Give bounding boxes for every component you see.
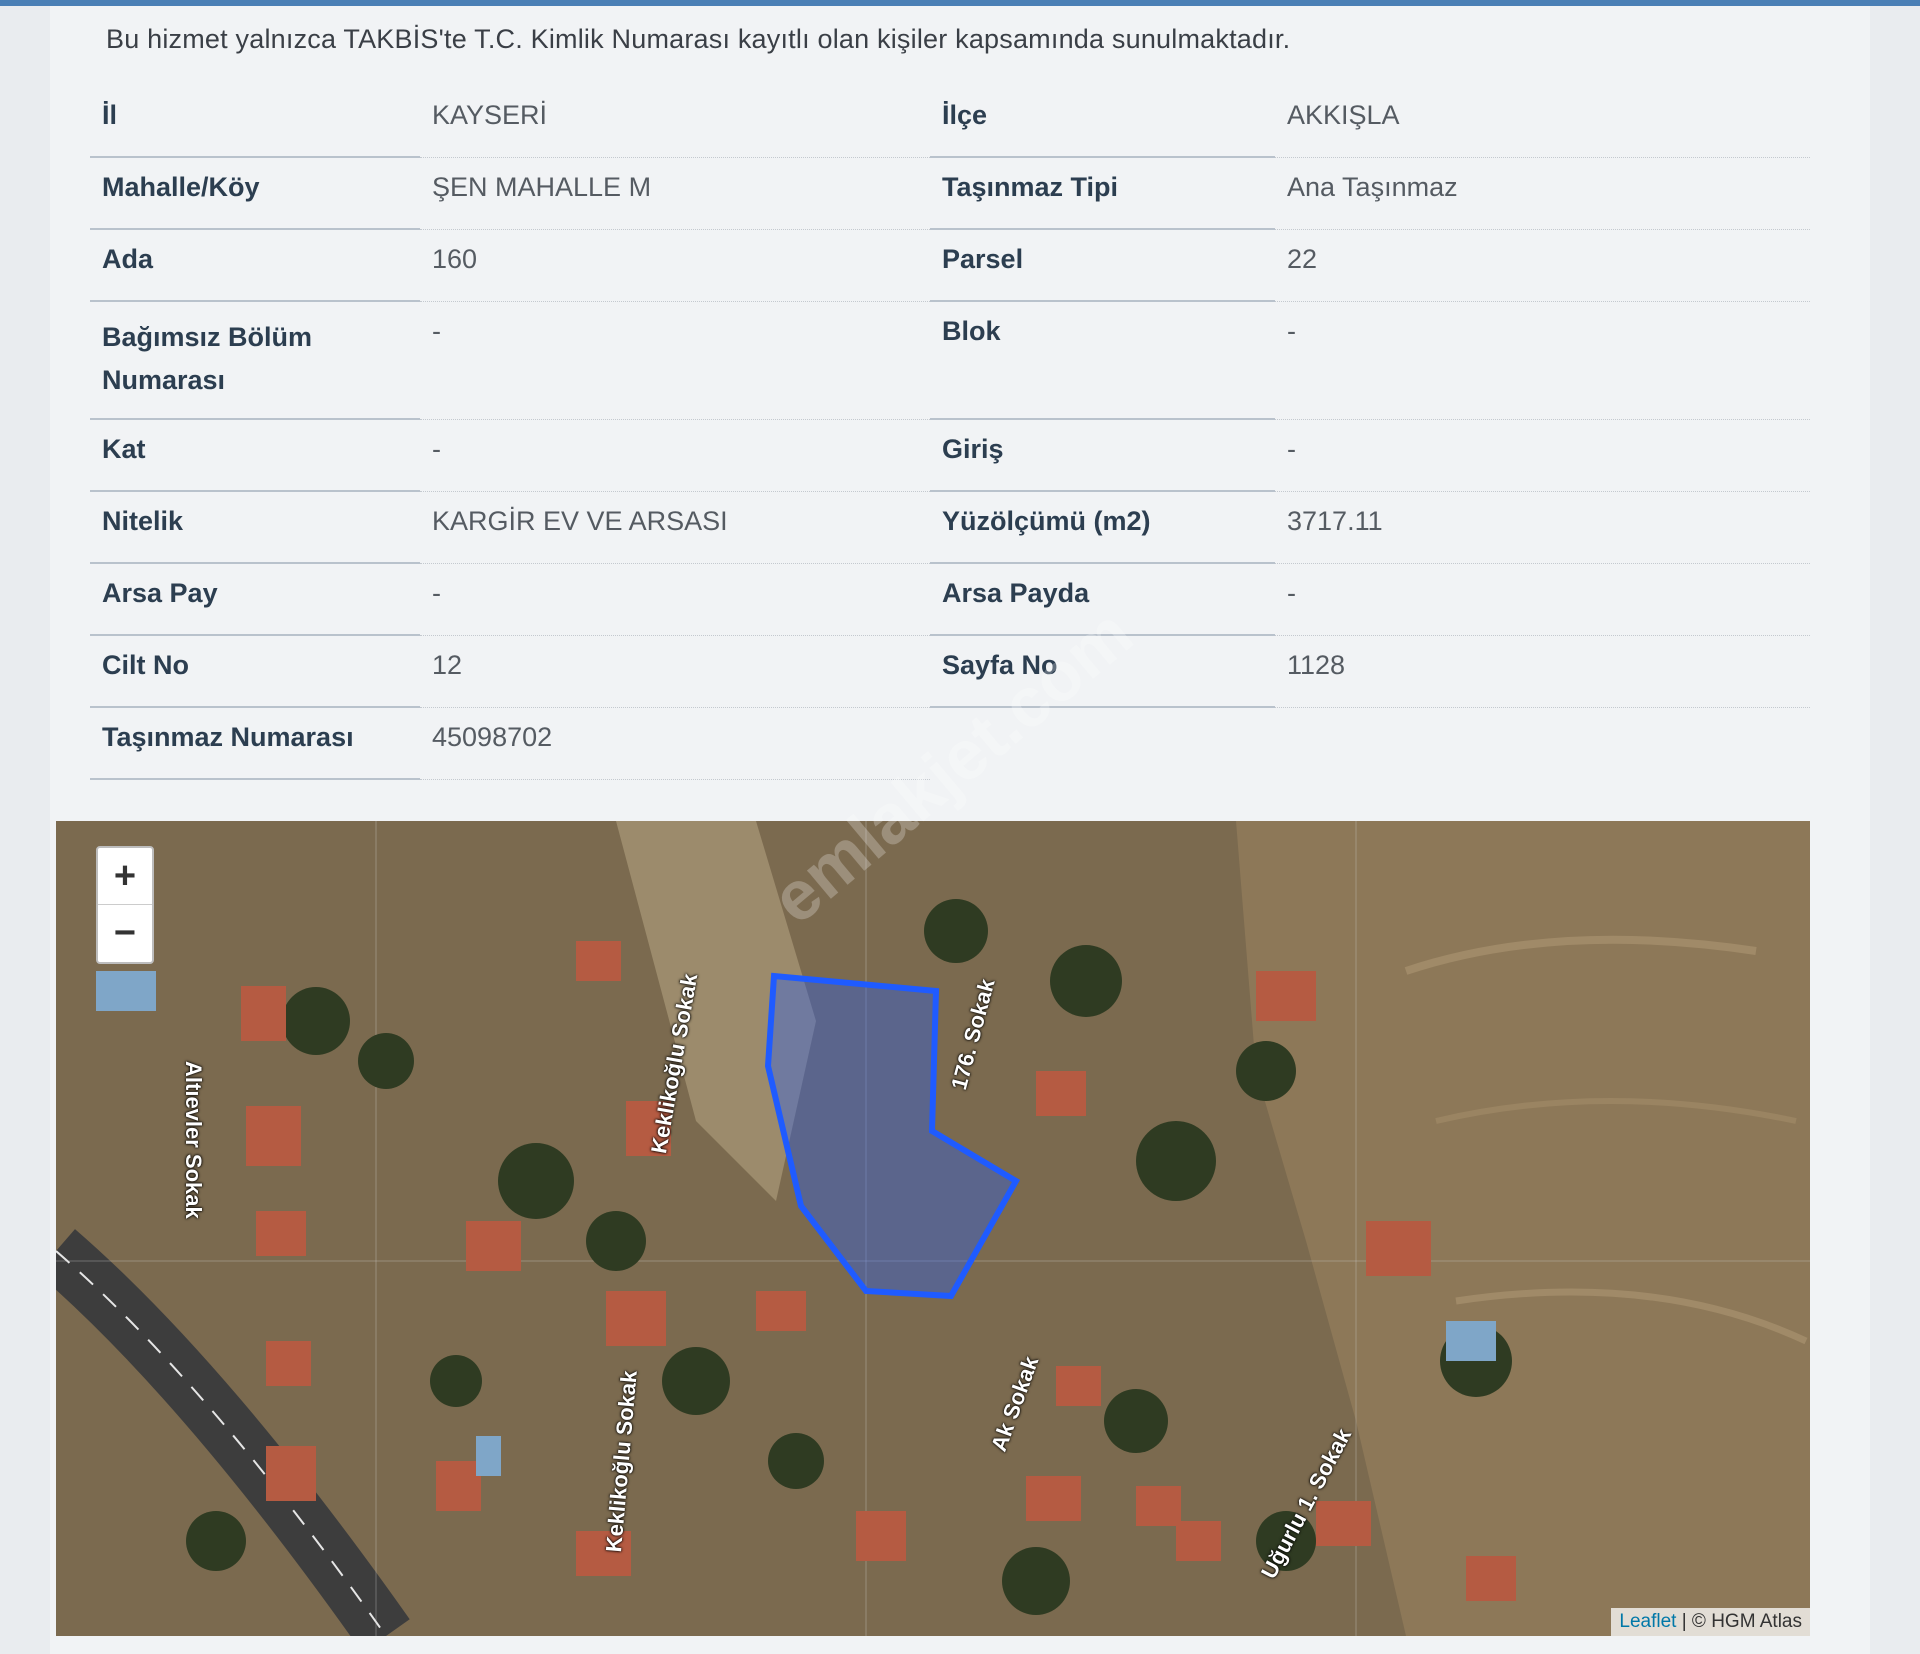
value-arsa-pay: - bbox=[420, 564, 930, 636]
value-cilt-no: 12 bbox=[420, 636, 930, 708]
label-ada: Ada bbox=[90, 230, 420, 302]
label-bagimsiz-bolum: Bağımsız Bölüm Numarası bbox=[90, 302, 420, 420]
satellite-map[interactable]: + − Altıevler Sokak Keklikoğlu Sokak Kek… bbox=[56, 821, 1810, 1636]
table-row: Kat - Giriş - bbox=[90, 420, 1810, 492]
parcel-details-table: İl KAYSERİ İlçe AKKIŞLA Mahalle/Köy ŞEN … bbox=[90, 86, 1810, 780]
table-row: Bağımsız Bölüm Numarası - Blok - bbox=[90, 302, 1810, 420]
value-ada: 160 bbox=[420, 230, 930, 302]
value-sayfa-no: 1128 bbox=[1275, 636, 1810, 708]
zoom-out-button[interactable]: − bbox=[98, 904, 152, 961]
value-parsel: 22 bbox=[1275, 230, 1810, 302]
table-row: Cilt No 12 Sayfa No 1128 bbox=[90, 636, 1810, 708]
value-giris: - bbox=[1275, 420, 1810, 492]
label-yuzolcumu: Yüzölçümü (m2) bbox=[930, 492, 1275, 564]
label-giris: Giriş bbox=[930, 420, 1275, 492]
value-mahalle: ŞEN MAHALLE M bbox=[420, 158, 930, 230]
attribution-separator: | bbox=[1676, 1611, 1692, 1632]
leaflet-link[interactable]: Leaflet bbox=[1619, 1611, 1676, 1632]
value-blok: - bbox=[1275, 302, 1810, 420]
value-bagimsiz-bolum: - bbox=[420, 302, 930, 420]
label-arsa-pay: Arsa Pay bbox=[90, 564, 420, 636]
table-row: Mahalle/Köy ŞEN MAHALLE M Taşınmaz Tipi … bbox=[90, 158, 1810, 230]
label-tasinmaz-numarasi: Taşınmaz Numarası bbox=[90, 708, 420, 780]
value-yuzolcumu: 3717.11 bbox=[1275, 492, 1810, 564]
label-ilce: İlçe bbox=[930, 86, 1275, 158]
value-tasinmaz-numarasi: 45098702 bbox=[420, 708, 930, 780]
value-nitelik: KARGİR EV VE ARSASI bbox=[420, 492, 930, 564]
value-arsa-payda: - bbox=[1275, 564, 1810, 636]
table-row: Nitelik KARGİR EV VE ARSASI Yüzölçümü (m… bbox=[90, 492, 1810, 564]
value-kat: - bbox=[420, 420, 930, 492]
zoom-in-button[interactable]: + bbox=[98, 848, 152, 904]
street-label-altievler: Altıevler Sokak bbox=[181, 1061, 206, 1219]
label-cilt-no: Cilt No bbox=[90, 636, 420, 708]
label-tasinmaz-tipi: Taşınmaz Tipi bbox=[930, 158, 1275, 230]
table-row: Ada 160 Parsel 22 bbox=[90, 230, 1810, 302]
label-kat: Kat bbox=[90, 420, 420, 492]
map-attribution: Leaflet | © HGM Atlas bbox=[1611, 1608, 1810, 1636]
label-mahalle: Mahalle/Köy bbox=[90, 158, 420, 230]
attribution-source: © HGM Atlas bbox=[1691, 1611, 1802, 1632]
value-ilce: AKKIŞLA bbox=[1275, 86, 1810, 158]
label-blok: Blok bbox=[930, 302, 1275, 420]
label-parsel: Parsel bbox=[930, 230, 1275, 302]
satellite-imagery bbox=[56, 821, 1810, 1636]
table-row: Arsa Pay - Arsa Payda - bbox=[90, 564, 1810, 636]
service-notice: Bu hizmet yalnızca TAKBİS'te T.C. Kimlik… bbox=[106, 24, 1291, 54]
value-il: KAYSERİ bbox=[420, 86, 930, 158]
label-nitelik: Nitelik bbox=[90, 492, 420, 564]
value-tasinmaz-tipi: Ana Taşınmaz bbox=[1275, 158, 1810, 230]
label-il: İl bbox=[90, 86, 420, 158]
zoom-control: + − bbox=[96, 846, 154, 964]
parcel-info-panel: Bu hizmet yalnızca TAKBİS'te T.C. Kimlik… bbox=[50, 6, 1870, 1654]
table-row: İl KAYSERİ İlçe AKKIŞLA bbox=[90, 86, 1810, 158]
